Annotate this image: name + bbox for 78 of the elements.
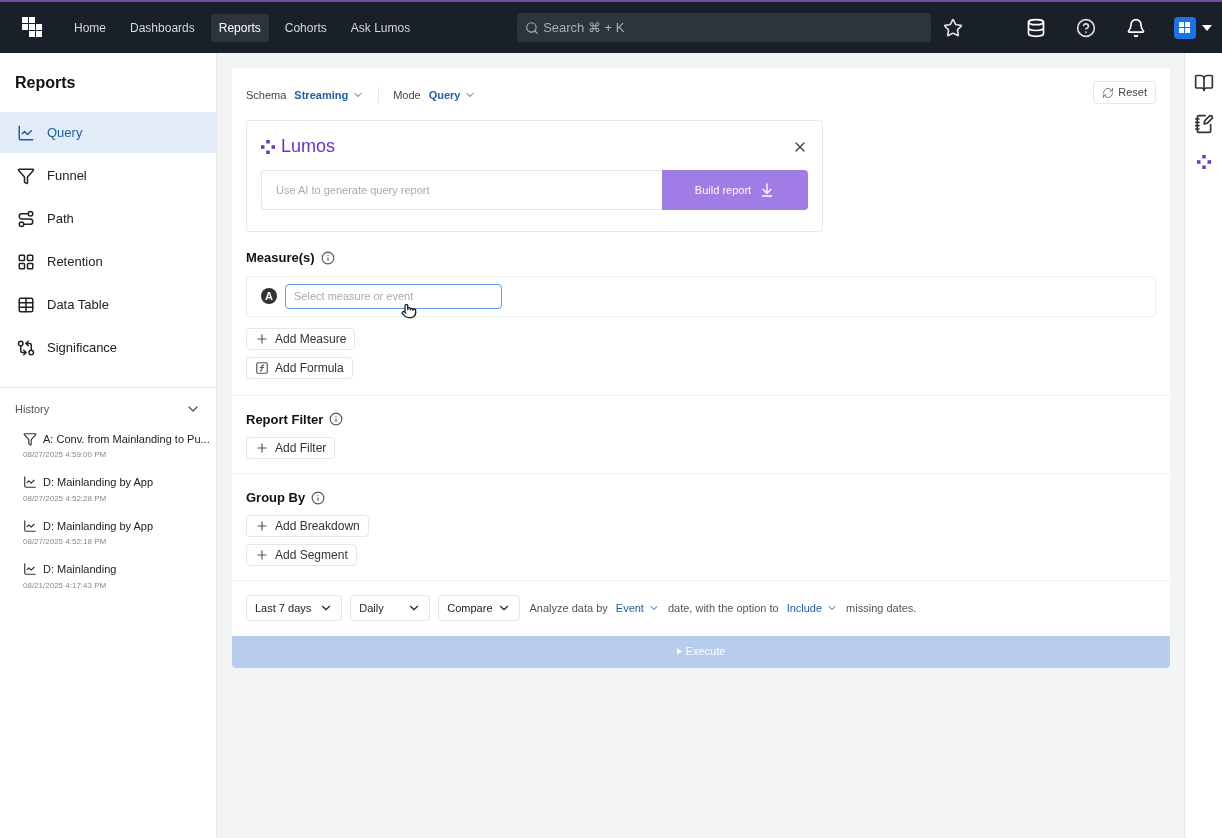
nav-tab[interactable]: Dashboards (122, 13, 203, 42)
analysis-text: missing dates. (846, 600, 917, 616)
history-item-link[interactable]: D: Mainlanding by App (43, 474, 154, 491)
compare-dropdown[interactable]: Compare (438, 595, 520, 621)
add-button[interactable]: Add Segment (246, 543, 357, 566)
history-item-link[interactable]: D: Mainlanding by App (43, 517, 154, 534)
report-type-item[interactable]: Query (0, 112, 216, 153)
schema-label: Schema (246, 88, 287, 103)
history-timestamp: 08/27/2025 4:52:28 PM (23, 492, 108, 505)
line-chart-icon (17, 123, 35, 142)
report-type-item[interactable]: Path (0, 198, 216, 239)
plus-icon (255, 518, 269, 533)
search-field[interactable]: Search ⌘ + K (517, 13, 932, 42)
nav-tab[interactable]: Ask Lumos (342, 13, 419, 42)
report-type-item[interactable]: Funnel (0, 155, 216, 196)
path-icon (17, 209, 35, 228)
note-icon[interactable] (1193, 114, 1214, 134)
info-icon (329, 412, 344, 427)
section-title: Measure(s) (246, 249, 315, 267)
table-icon (17, 295, 35, 314)
grid-icon (17, 252, 35, 271)
add-button[interactable]: Add Filter (246, 437, 336, 459)
add-button[interactable]: Add Formula (246, 356, 353, 379)
info-icon (311, 490, 326, 505)
missing-dates-dropdown[interactable]: Include (786, 599, 839, 617)
bell-icon[interactable] (1126, 17, 1146, 38)
date-range-dropdown[interactable]: Last 7 days (246, 595, 343, 621)
funnel-icon (17, 166, 35, 185)
schema-dropdown[interactable]: Streaming (294, 87, 365, 104)
measure-field[interactable]: Select measure or event (285, 283, 502, 309)
line-chart-icon (23, 518, 37, 533)
caret-icon[interactable] (1202, 24, 1212, 31)
sidebar-title: Reports (14, 73, 77, 93)
add-button[interactable]: Add Breakdown (246, 514, 369, 537)
play-icon (676, 648, 682, 655)
refresh-icon (1102, 86, 1115, 99)
sparkle-logo-icon (1196, 155, 1211, 169)
measure-letter: A (261, 288, 277, 304)
plus-icon (255, 331, 269, 346)
report-type-item[interactable]: Retention (0, 241, 216, 282)
history-timestamp: 08/27/2025 4:59:00 PM (23, 449, 108, 461)
help-icon[interactable] (1076, 17, 1096, 38)
section-title: Report Filter (246, 410, 324, 429)
analysis-text: date, with the option to (667, 600, 779, 616)
report-type-item[interactable]: Data Table (0, 284, 216, 325)
mode-dropdown[interactable]: Query (428, 87, 477, 104)
mode-label: Mode (393, 88, 421, 103)
history-title: History (15, 402, 50, 417)
nav-tab[interactable]: Cohorts (276, 13, 335, 42)
analysis-text: Analyze data by (529, 600, 608, 616)
plus-icon (255, 547, 269, 562)
sparkle-logo-icon (261, 139, 275, 154)
funnel-icon (23, 431, 37, 446)
book-icon[interactable] (1193, 73, 1214, 93)
account-avatar[interactable] (1174, 16, 1196, 39)
plus-icon (255, 441, 269, 455)
history-item-link[interactable]: A: Conv. from Mainlanding to Pu... (43, 430, 210, 447)
star-icon[interactable] (943, 17, 964, 38)
add-button[interactable]: Add Measure (246, 327, 356, 350)
reset-button[interactable]: Reset (1093, 81, 1156, 104)
app-logo-icon[interactable] (22, 16, 44, 39)
report-type-item[interactable]: Significance (0, 327, 216, 368)
pointer-cursor-icon (401, 302, 417, 319)
function-icon (255, 360, 269, 375)
history-item-link[interactable]: D: Mainlanding (43, 561, 117, 578)
line-chart-icon (23, 475, 37, 490)
lumos-title: Lumos (281, 135, 336, 158)
info-icon (320, 250, 335, 265)
search-icon (525, 21, 540, 35)
nav-tab[interactable]: Reports (210, 13, 269, 42)
section-title: Group By (246, 489, 306, 507)
compare-icon (17, 338, 35, 357)
history-timestamp: 08/27/2025 4:52:18 PM (23, 536, 108, 548)
history-timestamp: 08/21/2025 4:17:43 PM (23, 579, 108, 592)
line-chart-icon (23, 562, 37, 577)
interval-dropdown[interactable]: Daily (350, 595, 431, 621)
nav-tab[interactable]: Home (66, 13, 114, 42)
date-type-dropdown[interactable]: Event (615, 599, 660, 617)
